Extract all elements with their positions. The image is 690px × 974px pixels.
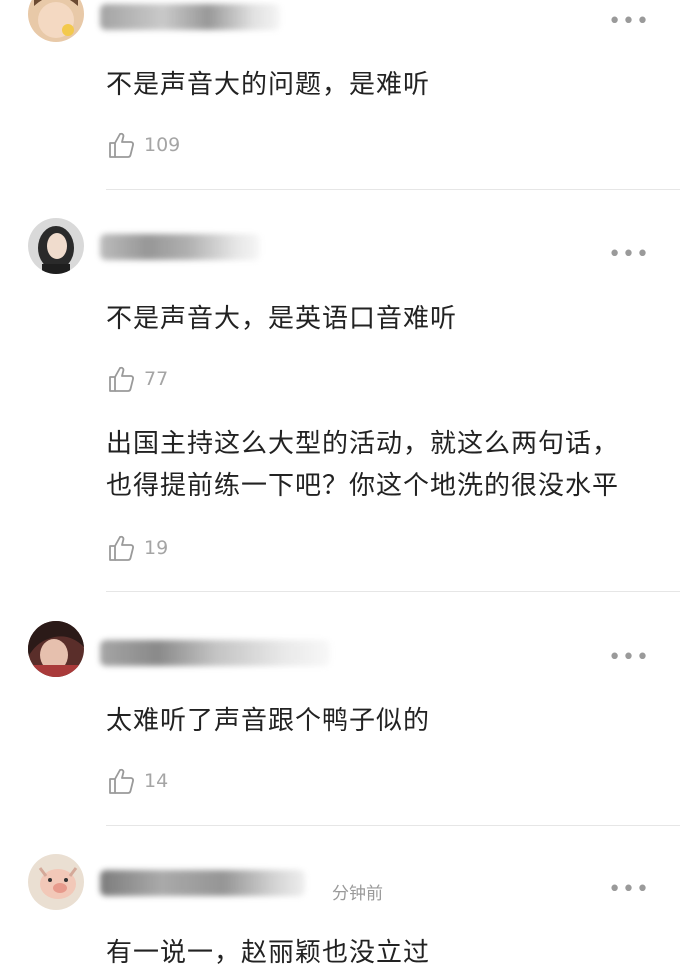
comment-text: 不是声音大的问题，是难听 [106, 70, 431, 100]
comment-text: 有一说一，赵丽颖也没立过 [106, 938, 431, 968]
like-count: 19 [144, 537, 169, 559]
more-options-button[interactable]: ••• [608, 879, 650, 901]
like-button[interactable]: 109 [106, 129, 180, 161]
avatar[interactable] [28, 621, 84, 677]
avatar[interactable] [28, 0, 84, 42]
divider [106, 189, 680, 190]
like-button[interactable]: 19 [106, 532, 168, 564]
thumbs-up-icon [109, 535, 134, 561]
like-button[interactable]: 77 [106, 363, 168, 395]
divider [106, 591, 680, 592]
divider [106, 825, 680, 826]
like-count: 14 [144, 770, 169, 792]
thumbs-up-icon [109, 768, 134, 794]
username-blurred [100, 4, 280, 30]
more-options-button[interactable]: ••• [608, 647, 650, 669]
comment-text: 不是声音大，是英语口音难听 [106, 304, 458, 334]
more-options-button[interactable]: ••• [608, 11, 650, 33]
thumbs-up-icon [109, 132, 134, 158]
more-options-button[interactable]: ••• [608, 244, 650, 266]
username-blurred [100, 870, 305, 896]
like-button[interactable]: 14 [106, 765, 168, 797]
comment-text-line-1: 出国主持这么大型的活动，就这么两句话， [106, 429, 620, 459]
comment-time: 分钟前 [332, 884, 383, 904]
avatar[interactable] [28, 218, 84, 274]
comment-text: 太难听了声音跟个鸭子似的 [106, 706, 431, 736]
like-count: 77 [144, 368, 169, 390]
thumbs-up-icon [109, 366, 134, 392]
avatar[interactable] [28, 854, 84, 910]
like-count: 109 [144, 134, 181, 156]
comment-text-line-2: 也得提前练一下吧？你这个地洗的很没水平 [106, 471, 620, 501]
username-blurred [100, 234, 260, 260]
username-blurred [100, 640, 330, 666]
